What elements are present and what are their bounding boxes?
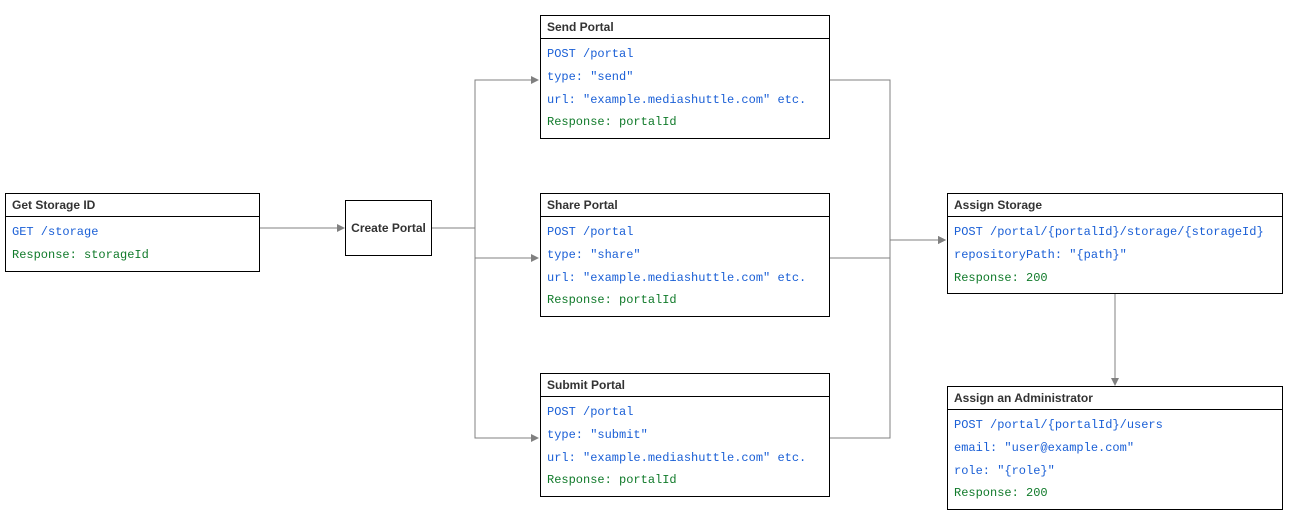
request-line: POST /portal xyxy=(547,43,823,66)
node-body: GET /storage Response: storageId xyxy=(6,217,259,271)
node-title: Create Portal xyxy=(351,221,426,235)
request-line: POST /portal xyxy=(547,221,823,244)
node-body: POST /portal/{portalId}/storage/{storage… xyxy=(948,217,1282,293)
node-title: Share Portal xyxy=(541,194,829,217)
node-body: POST /portal type: "submit" url: "exampl… xyxy=(541,397,829,496)
node-title: Send Portal xyxy=(541,16,829,39)
request-line: type: "submit" xyxy=(547,424,823,447)
node-body: POST /portal/{portalId}/users email: "us… xyxy=(948,410,1282,509)
node-send-portal: Send Portal POST /portal type: "send" ur… xyxy=(540,15,830,139)
request-line: role: "{role}" xyxy=(954,460,1276,483)
request-line: url: "example.mediashuttle.com" etc. xyxy=(547,89,823,112)
node-body: POST /portal type: "send" url: "example.… xyxy=(541,39,829,138)
node-title: Assign Storage xyxy=(948,194,1282,217)
node-assign-storage: Assign Storage POST /portal/{portalId}/s… xyxy=(947,193,1283,294)
node-get-storage-id: Get Storage ID GET /storage Response: st… xyxy=(5,193,260,272)
node-create-portal: Create Portal xyxy=(345,200,432,256)
node-assign-administrator: Assign an Administrator POST /portal/{po… xyxy=(947,386,1283,510)
request-line: POST /portal/{portalId}/users xyxy=(954,414,1276,437)
response-line: Response: portalId xyxy=(547,289,823,312)
request-line: GET /storage xyxy=(12,221,253,244)
node-title: Assign an Administrator xyxy=(948,387,1282,410)
node-share-portal: Share Portal POST /portal type: "share" … xyxy=(540,193,830,317)
node-title: Get Storage ID xyxy=(6,194,259,217)
request-line: email: "user@example.com" xyxy=(954,437,1276,460)
response-line: Response: 200 xyxy=(954,482,1276,505)
request-line: url: "example.mediashuttle.com" etc. xyxy=(547,267,823,290)
node-title: Submit Portal xyxy=(541,374,829,397)
response-line: Response: 200 xyxy=(954,267,1276,290)
node-body: POST /portal type: "share" url: "example… xyxy=(541,217,829,316)
request-line: POST /portal xyxy=(547,401,823,424)
response-line: Response: portalId xyxy=(547,111,823,134)
diagram-canvas: Get Storage ID GET /storage Response: st… xyxy=(0,0,1292,509)
request-line: type: "share" xyxy=(547,244,823,267)
response-line: Response: storageId xyxy=(12,244,253,267)
request-line: type: "send" xyxy=(547,66,823,89)
request-line: url: "example.mediashuttle.com" etc. xyxy=(547,447,823,470)
request-line: POST /portal/{portalId}/storage/{storage… xyxy=(954,221,1276,244)
node-submit-portal: Submit Portal POST /portal type: "submit… xyxy=(540,373,830,497)
request-line: repositoryPath: "{path}" xyxy=(954,244,1276,267)
response-line: Response: portalId xyxy=(547,469,823,492)
